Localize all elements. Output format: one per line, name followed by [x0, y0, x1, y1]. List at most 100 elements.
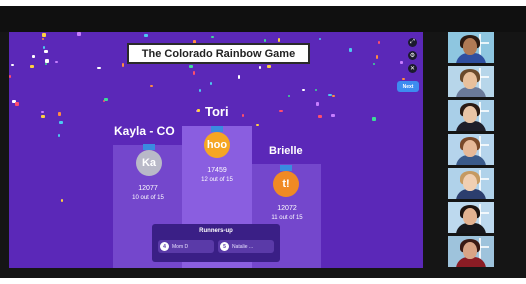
confetti-piece: [278, 38, 280, 42]
rank-first: 12 out of 15: [201, 177, 233, 183]
participant-video-tile[interactable]: [448, 32, 494, 63]
participant-face: [463, 140, 477, 157]
confetti-piece: [30, 65, 34, 68]
confetti-piece: [45, 63, 47, 65]
confetti-piece: [242, 114, 244, 117]
player-name-first: Tori: [205, 104, 229, 119]
runner-up-place: 4: [160, 242, 169, 251]
participant-video-tile[interactable]: [448, 134, 494, 165]
runner-up-item: 5 Natalie ...: [218, 240, 274, 253]
confetti-piece: [238, 75, 240, 79]
runner-up-name: Mom D: [172, 243, 189, 250]
runners-up-title: Runners-up: [199, 228, 233, 234]
participant-video-tile[interactable]: [448, 168, 494, 199]
confetti-piece: [279, 110, 283, 112]
confetti-piece: [42, 33, 46, 37]
expand-icon[interactable]: ⤢: [408, 38, 417, 47]
confetti-piece: [402, 78, 405, 80]
confetti-piece: [267, 65, 271, 68]
confetti-piece: [41, 111, 44, 113]
runner-up-item: 4 Mom D: [158, 240, 214, 253]
participant-video-tile[interactable]: [448, 66, 494, 97]
avatar-second: Ka: [136, 144, 162, 176]
confetti-piece: [264, 39, 266, 42]
rank-second: 10 out of 15: [132, 195, 164, 201]
confetti-piece: [55, 61, 58, 63]
confetti-piece: [256, 124, 259, 126]
confetti-piece: [259, 66, 261, 69]
confetti-piece: [77, 32, 81, 36]
next-button[interactable]: Next: [397, 81, 419, 92]
participant-video-tile[interactable]: [448, 236, 494, 267]
confetti-piece: [319, 38, 321, 40]
confetti-piece: [122, 63, 124, 67]
confetti-piece: [32, 55, 35, 58]
confetti-piece: [59, 121, 63, 124]
participant-face: [463, 72, 477, 89]
confetti-piece: [288, 95, 290, 97]
confetti-piece: [199, 89, 201, 92]
player-name-third: Brielle: [269, 145, 303, 157]
ribbon-icon: [211, 126, 223, 132]
ribbon-icon: [143, 144, 155, 150]
participant-face: [463, 106, 477, 123]
avatar-third: t!: [273, 165, 299, 197]
avatar-initials-third: t!: [282, 178, 290, 190]
confetti-piece: [58, 134, 60, 137]
confetti-piece: [41, 115, 45, 118]
runner-up-place: 5: [220, 242, 229, 251]
confetti-piece: [302, 89, 305, 91]
confetti-piece: [144, 34, 148, 37]
participant-video-tile[interactable]: [448, 202, 494, 233]
confetti-piece: [150, 85, 153, 87]
confetti-piece: [43, 46, 45, 49]
score-second: 12077: [138, 185, 158, 192]
avatar-initials-second: Ka: [141, 157, 157, 169]
participant-video-tile[interactable]: [448, 100, 494, 131]
confetti-piece: [61, 199, 63, 202]
confetti-piece: [372, 117, 376, 121]
confetti-piece: [328, 94, 332, 96]
score-third: 12072: [277, 205, 297, 212]
confetti-piece: [316, 102, 319, 106]
confetti-piece: [331, 114, 335, 117]
meeting-top-bar: [0, 6, 526, 32]
confetti-piece: [189, 65, 193, 68]
avatar-initials-first: hoo: [206, 139, 228, 151]
settings-icon[interactable]: ⚙: [408, 51, 417, 60]
avatar-first: hoo: [204, 126, 230, 158]
confetti-piece: [400, 61, 403, 64]
ribbon-icon: [280, 165, 292, 171]
participant-face: [463, 38, 477, 55]
runner-up-name: Natalie ...: [232, 243, 254, 250]
confetti-piece: [104, 98, 108, 101]
participant-face: [463, 208, 477, 225]
shared-screen-game: The Colorado Rainbow Game ⤢ ⚙ ✕ Next Kay…: [9, 32, 423, 268]
confetti-piece: [97, 67, 101, 69]
confetti-piece: [349, 48, 352, 52]
confetti-piece: [332, 95, 335, 97]
confetti-piece: [11, 64, 14, 66]
confetti-piece: [197, 109, 200, 112]
player-name-second: Kayla - CO: [114, 124, 175, 138]
confetti-piece: [376, 55, 378, 59]
score-first: 17459: [207, 167, 227, 174]
participant-face: [463, 242, 477, 259]
confetti-piece: [58, 112, 61, 116]
confetti-piece: [9, 75, 11, 78]
confetti-piece: [318, 115, 322, 118]
confetti-piece: [44, 50, 48, 53]
participant-gallery: [448, 32, 494, 270]
confetti-piece: [15, 102, 19, 106]
confetti-piece: [211, 36, 214, 38]
confetti-piece: [373, 63, 375, 65]
confetti-piece: [315, 89, 317, 91]
runners-up-panel: Runners-up 4 Mom D 5 Natalie ...: [152, 224, 280, 262]
game-title: The Colorado Rainbow Game: [127, 43, 310, 64]
close-icon[interactable]: ✕: [408, 64, 417, 73]
confetti-piece: [378, 41, 380, 44]
confetti-piece: [42, 38, 44, 40]
confetti-piece: [193, 71, 195, 75]
confetti-piece: [210, 82, 212, 85]
participant-face: [463, 174, 477, 191]
